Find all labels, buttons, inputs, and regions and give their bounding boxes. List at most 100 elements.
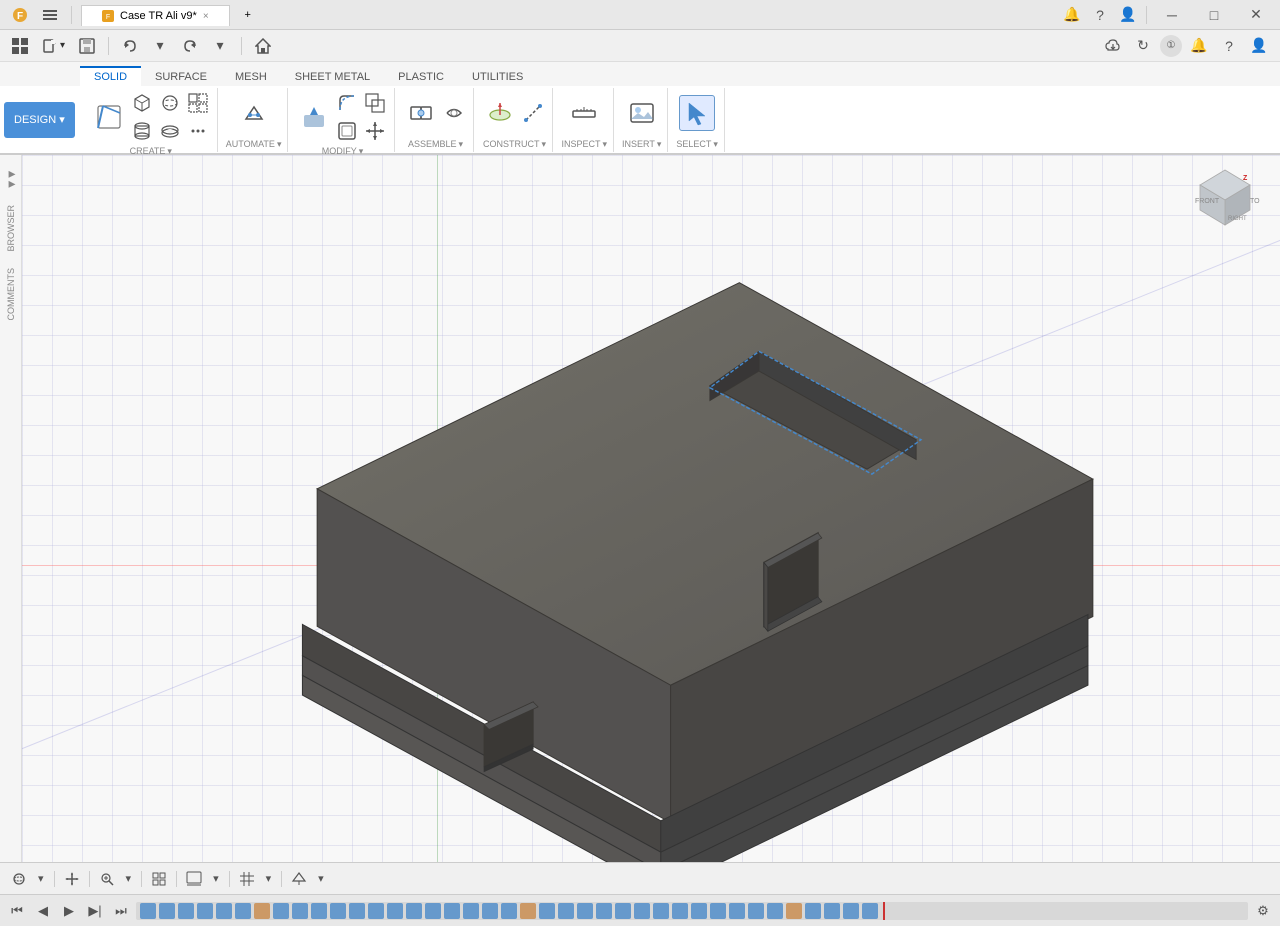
tab-plastic[interactable]: PLASTIC xyxy=(384,66,458,86)
cylinder-icon[interactable] xyxy=(129,118,155,144)
tl-op-3[interactable] xyxy=(178,903,194,919)
account-icon[interactable]: 👤 xyxy=(1246,33,1272,59)
tab-solid[interactable]: SOLID xyxy=(80,66,141,86)
sketch-icon[interactable] xyxy=(91,99,127,135)
close-btn[interactable]: ✕ xyxy=(1236,0,1276,30)
more-icon[interactable] xyxy=(185,118,211,144)
timeline-track[interactable] xyxy=(136,902,1248,920)
orbit-btn[interactable] xyxy=(8,868,30,890)
tl-op-31[interactable] xyxy=(710,903,726,919)
tl-op-17[interactable] xyxy=(444,903,460,919)
pan-btn[interactable] xyxy=(61,868,83,890)
zoom-btn[interactable] xyxy=(96,868,118,890)
tl-op-35[interactable] xyxy=(786,903,802,919)
grid2-btn[interactable] xyxy=(288,868,310,890)
redo-dropdown[interactable]: ▾ xyxy=(208,34,232,58)
app-grid-btn[interactable] xyxy=(8,34,32,58)
file-menu-btn[interactable]: ▾ xyxy=(38,34,69,58)
next-btn[interactable]: ▶| xyxy=(84,900,106,922)
insert-label[interactable]: INSERT ▾ xyxy=(622,139,661,150)
zoom-dropdown[interactable]: ▾ xyxy=(122,870,136,887)
tl-op-33[interactable] xyxy=(748,903,764,919)
fillet-icon[interactable] xyxy=(334,90,360,116)
tl-op-36[interactable] xyxy=(805,903,821,919)
notifications-icon[interactable]: 🔔 xyxy=(1186,33,1212,59)
select-label[interactable]: SELECT ▾ xyxy=(676,139,718,150)
tl-op-1[interactable] xyxy=(140,903,156,919)
tl-op-8[interactable] xyxy=(273,903,289,919)
rewind-btn[interactable]: ⏮ xyxy=(6,900,28,922)
sphere-icon[interactable] xyxy=(157,90,183,116)
tl-op-2[interactable] xyxy=(159,903,175,919)
timeline-settings-btn[interactable]: ⚙ xyxy=(1252,900,1274,922)
pattern-icon[interactable] xyxy=(185,90,211,116)
tl-op-34[interactable] xyxy=(767,903,783,919)
tl-op-6[interactable] xyxy=(235,903,251,919)
move-icon[interactable] xyxy=(362,118,388,144)
add-tab-btn[interactable]: + xyxy=(236,3,260,27)
cloud-sync-icon[interactable] xyxy=(1100,33,1126,59)
tl-op-20[interactable] xyxy=(501,903,517,919)
tl-op-10[interactable] xyxy=(311,903,327,919)
display-mode-btn[interactable] xyxy=(183,868,205,890)
select-icon[interactable] xyxy=(679,95,715,131)
tl-op-24[interactable] xyxy=(577,903,593,919)
tl-op-7[interactable] xyxy=(254,903,270,919)
help-icon[interactable]: ? xyxy=(1087,2,1113,28)
tl-op-26[interactable] xyxy=(615,903,631,919)
user-count-icon[interactable]: ① xyxy=(1160,35,1182,57)
app-menu-btn[interactable] xyxy=(38,3,62,27)
measure-icon[interactable] xyxy=(566,95,602,131)
automate-label[interactable]: AUTOMATE ▾ xyxy=(226,139,282,150)
tl-op-29[interactable] xyxy=(672,903,688,919)
fit-btn[interactable] xyxy=(148,868,170,890)
tl-op-5[interactable] xyxy=(216,903,232,919)
tl-op-25[interactable] xyxy=(596,903,612,919)
combine-icon[interactable] xyxy=(362,90,388,116)
tl-op-15[interactable] xyxy=(406,903,422,919)
prev-btn[interactable]: ◀ xyxy=(32,900,54,922)
tl-op-27[interactable] xyxy=(634,903,650,919)
tl-op-14[interactable] xyxy=(387,903,403,919)
tl-op-18[interactable] xyxy=(463,903,479,919)
grid-btn[interactable] xyxy=(236,868,258,890)
home-btn[interactable] xyxy=(251,34,275,58)
automate-icon[interactable] xyxy=(236,95,272,131)
tl-op-22[interactable] xyxy=(539,903,555,919)
tab-sheet-metal[interactable]: SHEET METAL xyxy=(281,66,384,86)
tl-op-19[interactable] xyxy=(482,903,498,919)
comments-label[interactable]: COMMENTS xyxy=(4,264,18,325)
inspect-label[interactable]: INSPECT ▾ xyxy=(561,139,607,150)
insert-image-icon[interactable] xyxy=(624,95,660,131)
help-menu-icon[interactable]: ? xyxy=(1216,33,1242,59)
tl-op-38[interactable] xyxy=(843,903,859,919)
fast-forward-btn[interactable]: ⏭ xyxy=(110,900,132,922)
box-icon[interactable] xyxy=(129,90,155,116)
tl-op-28[interactable] xyxy=(653,903,669,919)
canvas[interactable]: Z TOP FRONT RIGHT xyxy=(22,155,1280,862)
tl-op-39[interactable] xyxy=(862,903,878,919)
tl-op-37[interactable] xyxy=(824,903,840,919)
save-btn[interactable] xyxy=(75,34,99,58)
tab-mesh[interactable]: MESH xyxy=(221,66,281,86)
tab-surface[interactable]: SURFACE xyxy=(141,66,221,86)
joint-icon[interactable] xyxy=(403,95,439,131)
expand-sidebar-btn[interactable]: ◀◀ xyxy=(6,165,16,193)
tl-op-23[interactable] xyxy=(558,903,574,919)
tl-op-11[interactable] xyxy=(330,903,346,919)
tl-op-9[interactable] xyxy=(292,903,308,919)
shell-icon[interactable] xyxy=(334,118,360,144)
plane-icon[interactable] xyxy=(482,95,518,131)
orbit-dropdown[interactable]: ▾ xyxy=(34,870,48,887)
motion-icon[interactable] xyxy=(441,100,467,126)
tl-op-21[interactable] xyxy=(520,903,536,919)
tl-op-13[interactable] xyxy=(368,903,384,919)
nav-cube[interactable]: Z TOP FRONT RIGHT xyxy=(1190,165,1260,235)
minimize-btn[interactable]: ─ xyxy=(1152,0,1192,30)
undo-btn[interactable] xyxy=(118,34,142,58)
axis-icon[interactable] xyxy=(520,100,546,126)
grid2-dropdown[interactable]: ▾ xyxy=(314,870,328,887)
construct-label[interactable]: CONSTRUCT ▾ xyxy=(483,139,546,150)
tl-op-32[interactable] xyxy=(729,903,745,919)
browser-label[interactable]: BROWSER xyxy=(4,201,18,256)
